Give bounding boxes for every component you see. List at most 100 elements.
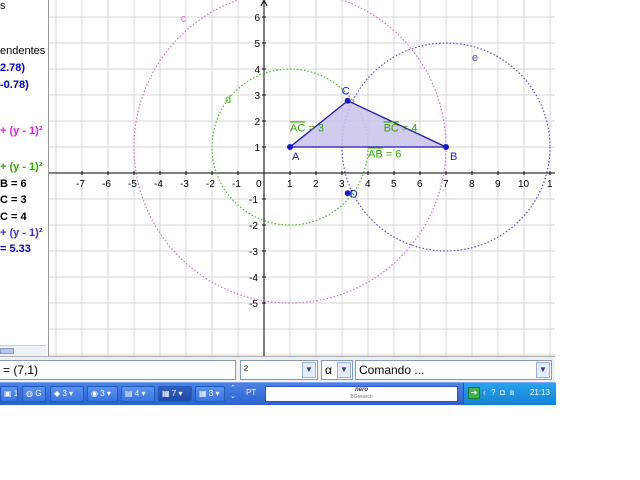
point-a[interactable] <box>287 144 293 150</box>
folder-icon: ▤ <box>125 389 135 398</box>
window-icon: ▦ <box>162 389 172 398</box>
segment-label-ab-name: AB <box>368 148 383 160</box>
y-tick-label: -3 <box>249 247 258 258</box>
segment-label-bc-name: BC <box>384 122 399 134</box>
chevron-down-icon: ▾ <box>139 389 146 398</box>
nero-subtitle: BGsearch <box>350 394 373 400</box>
y-tick-label: 4 <box>255 65 261 76</box>
algebra-line-1: endentes <box>0 45 46 57</box>
x-tick-label: 1 <box>547 179 553 190</box>
algebra-line-6[interactable]: B = 6 <box>0 178 27 190</box>
grid <box>49 0 555 356</box>
language-indicator[interactable]: PT <box>246 388 256 397</box>
segment-label-ac-name: AC <box>290 122 305 134</box>
taskbar-button-1[interactable]: ▣ 1. <box>0 386 18 402</box>
taskbar-button-3[interactable]: ◆ 3 ▾ <box>50 386 84 402</box>
y-tick-label: -4 <box>249 273 258 284</box>
greek-dropdown-value: α <box>325 363 332 377</box>
symbols-dropdown-value: ² <box>244 363 248 377</box>
graphics-view[interactable]: -7-6-5-4-3-2-101234567891017654321-1-2-3… <box>49 0 555 356</box>
algebra-line-9[interactable]: + (y - 1)² <box>0 227 42 239</box>
segment-label-ac: AC = 3 <box>290 122 324 134</box>
segment-label-ab: AB = 6 <box>368 148 401 160</box>
taskbar-button-5[interactable]: ▤ 4 ▾ <box>121 386 155 402</box>
x-tick-label: 0 <box>256 179 262 190</box>
chevron-down-icon: ▾ <box>176 389 183 398</box>
chevron-down-icon: ▾ <box>66 389 74 398</box>
y-tick-label: 1 <box>255 143 261 154</box>
algebra-line-5[interactable]: + (y - 1)² <box>0 161 42 173</box>
point-label-a: A <box>292 151 300 163</box>
y-tick-label: 6 <box>255 13 261 24</box>
x-tick-label: -7 <box>76 179 85 190</box>
algebra-line-7[interactable]: C = 3 <box>0 194 27 206</box>
chevron-down-icon[interactable]: ▼ <box>302 362 316 378</box>
x-tick-label: 2 <box>313 179 319 190</box>
x-tick-label: 3 <box>339 179 345 190</box>
x-tick-label: 8 <box>469 179 475 190</box>
bluetooth-icon[interactable]: ʙ <box>510 388 514 397</box>
x-tick-label: 9 <box>495 179 501 190</box>
taskbar-scroll-arrows-icon[interactable]: ⌃ ⌄ <box>230 385 236 401</box>
chevron-down-icon: ▾ <box>104 389 111 398</box>
x-tick-label: -3 <box>180 179 189 190</box>
chevron-down-icon: ▾ <box>213 389 220 398</box>
x-tick-label: 4 <box>365 179 371 190</box>
greek-dropdown[interactable]: α ▼ <box>321 360 353 380</box>
window-icon: ▦ <box>199 389 209 398</box>
help-icon[interactable]: ? <box>491 388 495 397</box>
y-tick-label: 3 <box>255 91 261 102</box>
y-tick-label: -5 <box>249 299 258 310</box>
x-tick-label: -2 <box>206 179 215 190</box>
x-tick-label: 10 <box>518 179 530 190</box>
browser-icon: ◉ <box>91 389 101 398</box>
point-c[interactable] <box>344 97 351 104</box>
command-dropdown-placeholder: Comando ... <box>359 363 425 377</box>
algebra-line-10[interactable]: = 5.33 <box>0 243 31 255</box>
segment-label-ac-value: = 3 <box>305 122 324 134</box>
nero-logo-text: nero <box>354 387 368 393</box>
point-b[interactable] <box>443 144 449 150</box>
y-tick-label: -2 <box>249 221 258 232</box>
circle-label-c: c <box>181 13 187 25</box>
taskbar-button-7[interactable]: ▦ 3 ▾ <box>195 386 225 402</box>
x-tick-label: 7 <box>443 179 449 190</box>
symbols-dropdown[interactable]: ² ▼ <box>240 360 318 380</box>
x-tick-label: -5 <box>128 179 137 190</box>
x-tick-label: 1 <box>287 179 293 190</box>
graphics-canvas[interactable]: -7-6-5-4-3-2-101234567891017654321-1-2-3… <box>49 0 555 356</box>
algebra-line-2[interactable]: 2.78) <box>0 62 25 74</box>
network-icon[interactable]: ◘ <box>500 388 505 397</box>
go-arrow-icon[interactable]: ➔ <box>468 387 480 399</box>
chat-icon: ◍ <box>26 389 36 398</box>
x-tick-label: 6 <box>417 179 423 190</box>
algebra-line-8[interactable]: C = 4 <box>0 211 27 223</box>
point-label-d: D <box>350 188 358 200</box>
y-tick-label: -1 <box>249 195 258 206</box>
chevron-left-icon[interactable]: ‹ <box>483 388 486 397</box>
algebra-line-3[interactable]: -0.78) <box>0 79 29 91</box>
taskbar-button-2[interactable]: ◍ G <box>22 386 46 402</box>
algebra-scrollbar-thumb[interactable] <box>0 348 14 354</box>
y-tick-label: 5 <box>255 39 261 50</box>
algebra-line-4[interactable]: + (y - 1)² <box>0 125 42 137</box>
point-label-b: B <box>450 151 457 163</box>
app-icon: ▣ <box>4 389 14 398</box>
command-dropdown[interactable]: Comando ... ▼ <box>355 360 552 380</box>
x-tick-label: -6 <box>102 179 111 190</box>
algebra-line-0: s <box>0 0 6 12</box>
point-label-c: C <box>342 86 350 98</box>
algebra-view: s endentes 2.78) -0.78) + (y - 1)² + (y … <box>0 0 49 356</box>
input-field-prefix: = <box>3 363 14 377</box>
nero-search-bar[interactable]: nero BGsearch <box>265 386 458 402</box>
chevron-down-icon[interactable]: ▼ <box>337 362 351 378</box>
chevron-down-icon[interactable]: ▼ <box>536 362 550 378</box>
clock: 21:13 <box>529 388 550 397</box>
taskbar-button-6[interactable]: ▦ 7 ▾ <box>158 386 192 402</box>
taskbar-button-4[interactable]: ◉ 3 ▾ <box>87 386 118 402</box>
input-field-value: (7,1) <box>13 363 39 377</box>
segment-label-bc-value: = 4 <box>399 122 418 134</box>
algebra-scrollbar[interactable] <box>0 345 46 356</box>
input-field[interactable]: = (7,1) <box>0 360 236 380</box>
x-tick-label: 5 <box>391 179 397 190</box>
